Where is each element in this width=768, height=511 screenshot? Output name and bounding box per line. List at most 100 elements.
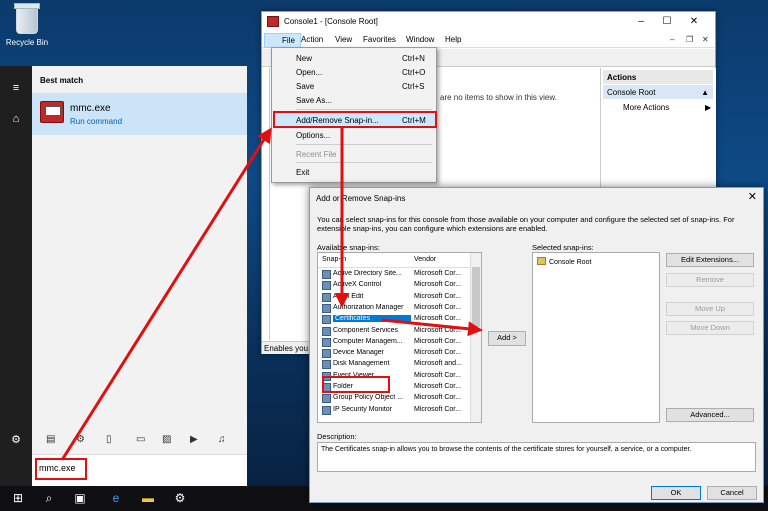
windows-start-icon[interactable]: ⊞ <box>10 490 26 506</box>
list-item[interactable]: Console Root <box>537 257 591 266</box>
menu-item-options[interactable]: Options... <box>272 128 436 143</box>
description-box: The Certificates snap-in allows you to b… <box>317 442 756 472</box>
best-match-result[interactable]: mmc.exe Run command <box>32 93 247 135</box>
match-subtitle: Run command <box>70 117 123 126</box>
home-icon[interactable]: ⌂ <box>8 111 24 127</box>
settings-icon[interactable]: ⚙ <box>76 434 85 445</box>
available-snapins-list[interactable]: Snap-in Vendor Active Directory Site... M… <box>317 252 482 423</box>
menu-item-save-as[interactable]: Save As... <box>272 93 436 108</box>
apps-icon[interactable]: ▤ <box>46 434 55 445</box>
cancel-button[interactable]: Cancel <box>707 486 757 500</box>
snapin-vendor: Microsoft Cor... <box>414 405 462 413</box>
menu-item-open[interactable]: Open... Ctrl+O <box>272 65 436 80</box>
snapin-icon <box>322 337 331 347</box>
submenu-arrow-icon: ▶ <box>705 103 712 112</box>
mdi-minimize-button[interactable]: – <box>670 35 674 44</box>
menu-favorites[interactable]: Favorites <box>363 35 396 44</box>
column-snapin[interactable]: Snap-in <box>322 256 346 263</box>
snapin-vendor: Microsoft Cor... <box>414 303 462 311</box>
remove-button[interactable]: Remove <box>666 273 754 287</box>
edge-icon[interactable]: e <box>108 490 124 506</box>
search-filters: ▤ ⚙ ▯ ▭ ▨ ▶ ♫ <box>32 432 247 452</box>
snapin-vendor: Microsoft Cor... <box>414 292 462 300</box>
mdi-close-button[interactable]: ✕ <box>702 35 709 44</box>
dialog-title: Add or Remove Snap-ins <box>316 194 406 203</box>
snapin-name: Component Services <box>333 326 398 334</box>
menu-window[interactable]: Window <box>406 35 434 44</box>
snapin-vendor: Microsoft Cor... <box>414 337 462 345</box>
snapin-vendor: Microsoft Cor... <box>414 270 462 277</box>
settings-icon[interactable]: ⚙ <box>172 490 188 506</box>
menu-help[interactable]: Help <box>445 35 461 44</box>
advanced-button[interactable]: Advanced... <box>666 408 754 422</box>
hamburger-icon[interactable]: ≡ <box>8 80 24 96</box>
search-icon[interactable]: ⌕ <box>41 490 57 506</box>
snapin-icon <box>322 394 331 404</box>
table-row[interactable]: ActiveX Control Microsoft Cor... <box>318 280 471 291</box>
menu-view[interactable]: View <box>335 35 352 44</box>
file-menu-dropdown: New Ctrl+N Open... Ctrl+O Save Ctrl+S Save … <box>271 47 437 183</box>
more-actions-label: More Actions <box>623 103 670 112</box>
list-scrollbar[interactable] <box>470 253 481 422</box>
table-row[interactable]: Authorization Manager Microsoft Cor... <box>318 303 471 314</box>
table-row[interactable]: Certificates Microsoft Cor... <box>318 314 471 325</box>
menu-separator <box>296 162 432 163</box>
snapin-vendor: Microsoft Cor... <box>414 349 462 357</box>
snapin-icon <box>322 281 331 291</box>
scrollbar-thumb[interactable] <box>472 267 480 327</box>
table-row[interactable]: Group Policy Object ... Microsoft Cor... <box>318 393 471 404</box>
snapin-name: ActiveX Control <box>333 281 382 289</box>
table-row[interactable]: Computer Managem... Microsoft Cor... <box>318 337 471 348</box>
move-down-button[interactable]: Move Down <box>666 321 754 335</box>
menu-file[interactable]: File <box>264 33 301 48</box>
snapin-icon <box>322 270 331 279</box>
photos-icon[interactable]: ▨ <box>162 434 171 445</box>
dialog-close-icon[interactable]: ✕ <box>748 190 757 203</box>
table-row[interactable]: Device Manager Microsoft Cor... <box>318 348 471 359</box>
actions-console-root[interactable]: Console Root ▲ <box>603 85 713 99</box>
snapin-icon <box>322 303 331 313</box>
task-view-icon[interactable]: ▣ <box>72 490 88 506</box>
more-actions-item[interactable]: More Actions ▶ <box>623 103 711 112</box>
edit-extensions-button[interactable]: Edit Extensions... <box>666 253 754 267</box>
table-row[interactable]: Active Directory Site... Microsoft Cor... <box>318 269 471 280</box>
menu-item-save[interactable]: Save Ctrl+S <box>272 79 436 94</box>
table-row[interactable]: ADSI Edit Microsoft Cor... <box>318 292 471 303</box>
column-vendor[interactable]: Vendor <box>414 256 436 263</box>
table-row[interactable]: IP Security Monitor Microsoft Cor... <box>318 405 471 416</box>
menu-item-exit[interactable]: Exit <box>272 165 436 180</box>
menu-item-recent-file: Recent File <box>296 150 337 159</box>
folders-icon[interactable]: ▭ <box>136 434 145 445</box>
settings-icon[interactable]: ⚙ <box>8 432 24 448</box>
table-row[interactable]: Component Services Microsoft Cor... <box>318 326 471 337</box>
menu-item-add-remove-snapin[interactable]: Add/Remove Snap-in... Ctrl+M <box>273 111 437 128</box>
snapin-icon <box>322 326 331 336</box>
snapin-name: Computer Managem... <box>333 337 403 345</box>
console-title: Console1 - [Console Root] <box>284 17 378 26</box>
recycle-bin-label: Recycle Bin <box>5 38 49 47</box>
menu-action[interactable]: Action <box>301 35 323 44</box>
mdi-restore-button[interactable]: ❐ <box>686 35 693 44</box>
move-up-button[interactable]: Move Up <box>666 302 754 316</box>
table-row[interactable]: Disk Management Microsoft and... <box>318 359 471 370</box>
videos-icon[interactable]: ▶ <box>190 434 198 445</box>
maximize-button[interactable]: ☐ <box>655 14 679 30</box>
documents-icon[interactable]: ▯ <box>106 434 112 445</box>
selected-snapins-label: Selected snap-ins: <box>532 243 594 252</box>
minimize-button[interactable]: – <box>629 14 653 30</box>
file-explorer-icon[interactable]: ▬ <box>140 490 156 506</box>
recycle-bin[interactable]: Recycle Bin <box>2 3 52 54</box>
recycle-bin-icon <box>14 3 40 34</box>
menu-item-new[interactable]: New Ctrl+N <box>272 51 436 66</box>
empty-view-message: are no items to show in this view. <box>440 93 557 102</box>
mmc-app-icon <box>267 16 279 27</box>
search-input[interactable]: mmc.exe <box>35 458 87 480</box>
description-label: Description: <box>317 432 357 441</box>
snapin-vendor: Microsoft Cor... <box>414 394 462 402</box>
music-icon[interactable]: ♫ <box>218 434 226 445</box>
add-button[interactable]: Add > <box>488 331 526 346</box>
snapin-icon <box>322 315 331 325</box>
selected-snapins-list[interactable]: Console Root <box>532 252 660 423</box>
close-button[interactable]: ✕ <box>682 14 706 30</box>
ok-button[interactable]: OK <box>651 486 701 500</box>
